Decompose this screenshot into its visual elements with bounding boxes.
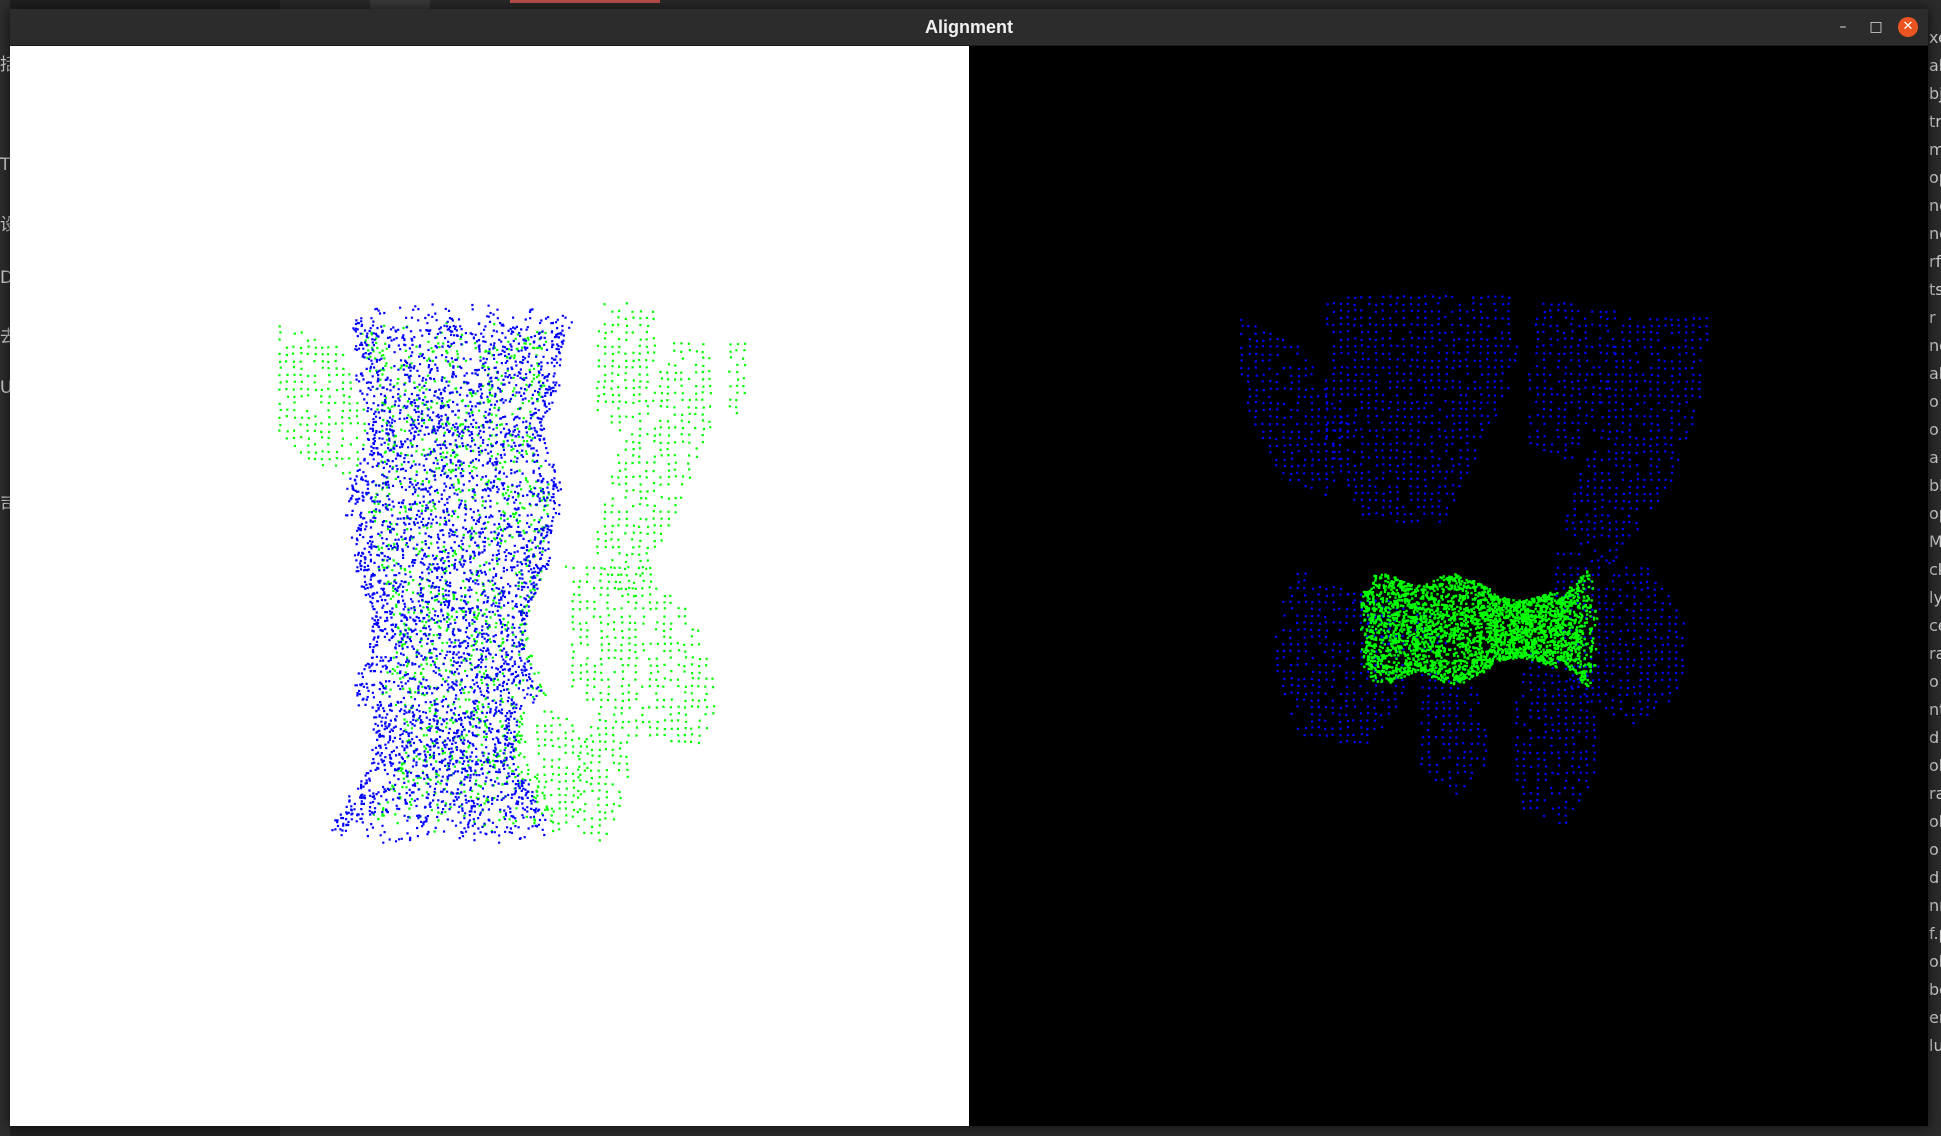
background-glyph: o <box>1929 672 1939 691</box>
background-glyph: TH <box>0 155 10 175</box>
background-glyph: op <box>1929 168 1941 187</box>
background-glyph: ra <box>1929 644 1941 663</box>
source-cloud-before <box>331 303 573 844</box>
background-glyph: er <box>1929 1008 1941 1027</box>
background-glyph: ra <box>1929 784 1941 803</box>
background-glyph: ab <box>1929 364 1941 383</box>
background-glyph: op <box>1929 504 1941 523</box>
alignment-window[interactable]: Alignment – □ ✕ <box>10 9 1928 1126</box>
target-cloud-before <box>278 302 747 842</box>
background-tab <box>370 0 430 9</box>
background-glyph: 司 <box>0 495 10 515</box>
background-glyph: bj <box>1929 84 1941 103</box>
background-glyph: ce <box>1929 616 1941 635</box>
point-cloud-before <box>278 302 747 844</box>
background-glyph: ok <box>1929 756 1941 775</box>
background-glyph: UC <box>0 378 10 398</box>
background-glyph: ab <box>1929 56 1941 75</box>
background-glyph: o <box>1929 840 1939 859</box>
background-glyph: ok <box>1929 812 1941 831</box>
background-glyph: ck <box>1929 560 1941 579</box>
background-glyph: nd <box>1929 336 1941 355</box>
background-editor-right-strip: xeabbjtrmopngngrftsrndabooablopMacklycer… <box>1928 0 1941 1136</box>
background-glyph: ts <box>1929 280 1941 299</box>
background-glyph: a <box>1929 448 1939 467</box>
background-glyph: 设 <box>0 215 10 235</box>
background-glyph: ok <box>1929 952 1941 971</box>
viewport-before-alignment[interactable] <box>10 46 969 1126</box>
background-glyph: 括 <box>0 55 10 75</box>
background-glyph: nt <box>1929 700 1941 719</box>
background-glyph: f.p <box>1929 924 1941 943</box>
viewports-container <box>10 46 1928 1126</box>
background-glyph: d <box>1929 868 1940 887</box>
background-glyph: lu <box>1929 1036 1941 1055</box>
window-title: Alignment <box>925 17 1013 37</box>
background-glyph: r <box>1929 308 1936 327</box>
close-button[interactable]: ✕ <box>1898 17 1918 37</box>
target-cloud-after <box>1360 570 1599 688</box>
point-cloud-after <box>1240 295 1709 825</box>
background-glyph: xe <box>1929 28 1941 47</box>
viewport-after-alignment[interactable] <box>969 46 1928 1126</box>
background-glyph: tr <box>1929 112 1941 131</box>
background-glyph: D <box>0 268 10 288</box>
background-glyph: ng <box>1929 224 1941 243</box>
background-glyph: d <box>1929 728 1940 747</box>
background-highlight <box>510 0 660 3</box>
minimize-button[interactable]: – <box>1833 17 1853 37</box>
background-glyph: m <box>1929 140 1941 159</box>
maximize-button[interactable]: □ <box>1866 17 1886 37</box>
background-app-bottombar <box>280 1126 1930 1136</box>
background-glyph: nr <box>1929 896 1941 915</box>
background-app-left-strip: 括 TH 设 D 去 UC 司 <box>0 0 10 1136</box>
source-cloud-after-points <box>1240 295 1709 825</box>
source-cloud-after <box>1240 295 1709 825</box>
background-glyph: o <box>1929 392 1939 411</box>
background-glyph: ng <box>1929 196 1941 215</box>
background-glyph: o <box>1929 420 1939 439</box>
background-glyph: bl <box>1929 476 1941 495</box>
source-cloud-before-points <box>331 303 573 844</box>
background-glyph: 去 <box>0 327 10 347</box>
target-cloud-before-points <box>278 302 747 842</box>
background-glyph: ly <box>1929 588 1941 607</box>
background-app-topbar <box>280 0 1930 9</box>
background-glyph: Ma <box>1929 532 1941 551</box>
target-cloud-after-points <box>1360 570 1599 688</box>
background-glyph: rf <box>1929 252 1941 271</box>
window-titlebar[interactable]: Alignment – □ ✕ <box>10 9 1928 46</box>
desktop-background: 括TH设D去UC司 xeabbjtrmopngngrftsrndabooablo… <box>0 0 1941 1136</box>
background-glyph: bo <box>1929 980 1941 999</box>
